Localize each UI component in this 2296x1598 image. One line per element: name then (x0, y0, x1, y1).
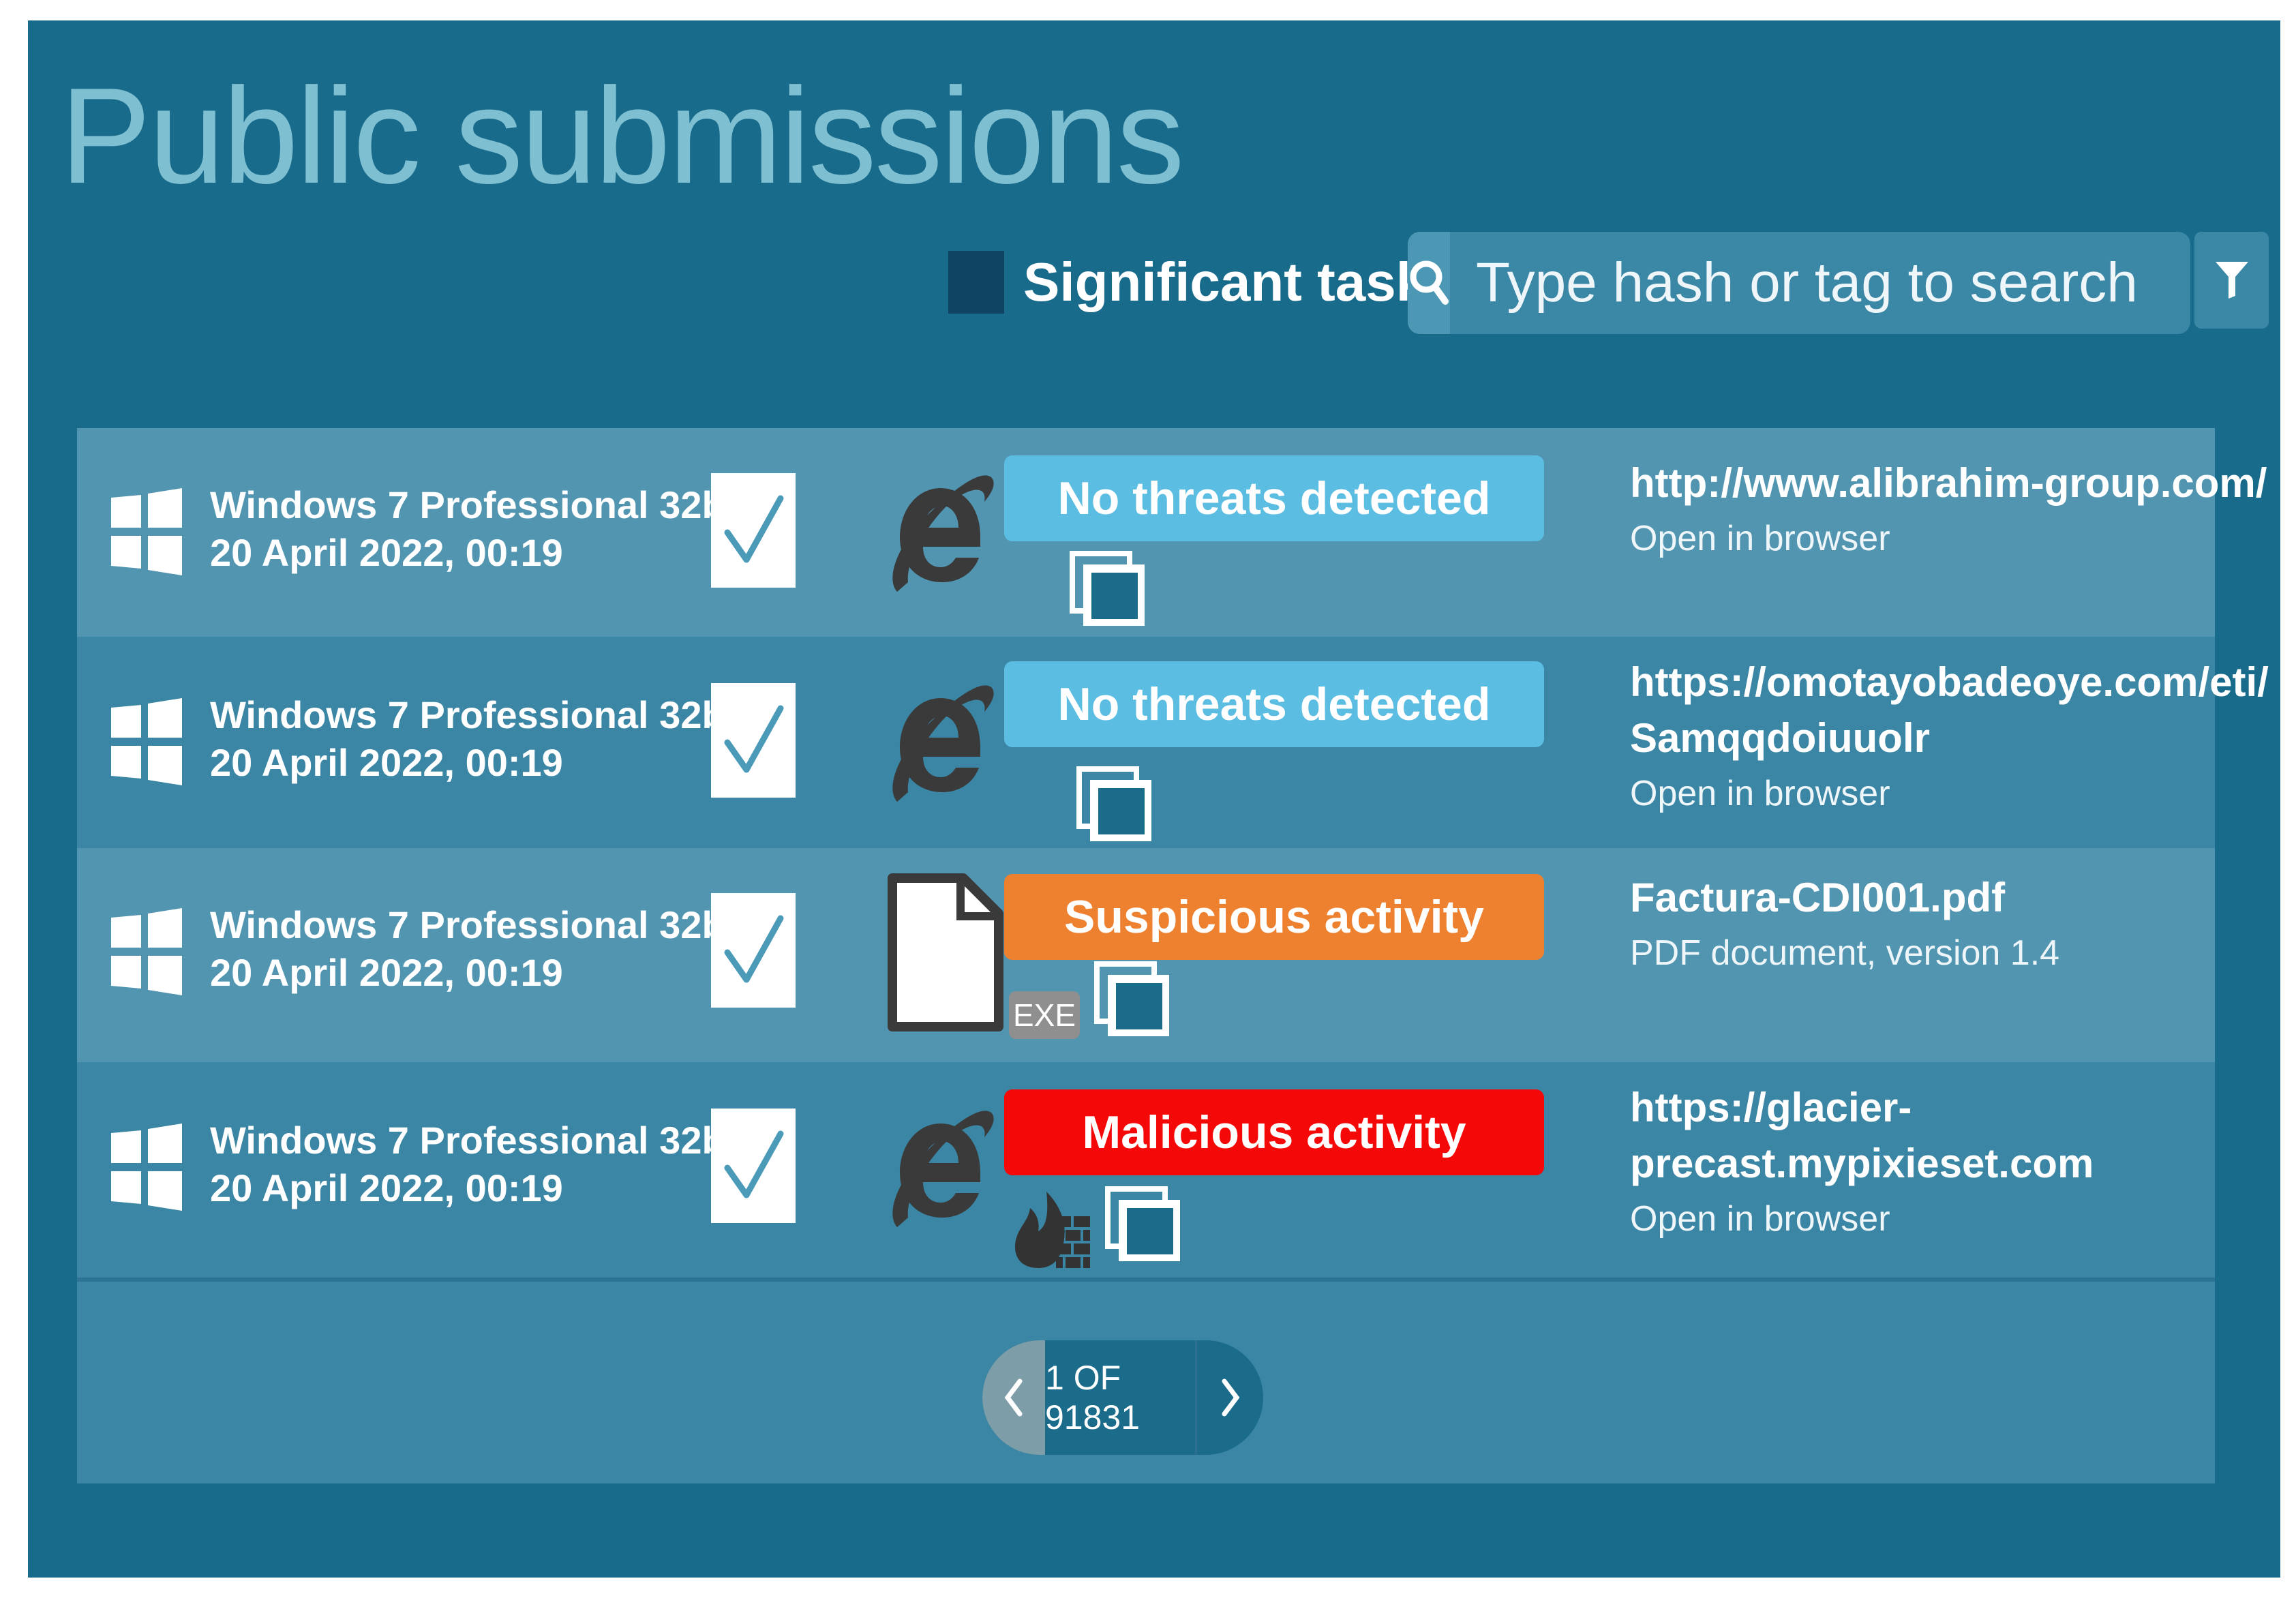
verdict-badge[interactable]: Malicious activity (1004, 1089, 1544, 1175)
submissions-table: Windows 7 Professional 32bit 20 April 20… (77, 428, 2269, 1483)
significant-tasks-toggle[interactable]: Significant tasks (948, 250, 1457, 315)
divider (77, 1278, 2215, 1282)
date-label: 20 April 2022, 00:19 (210, 531, 563, 574)
os-and-date: Windows 7 Professional 32bit 20 April 20… (210, 901, 749, 997)
internet-explorer-icon (892, 475, 994, 592)
search-input[interactable] (1450, 232, 2190, 334)
public-submissions-panel: Public submissions Significant tasks Win… (28, 20, 2280, 1578)
firewall-fire-icon (1014, 1192, 1090, 1268)
checkmark-icon (724, 705, 784, 773)
submission-name-cont[interactable]: precast.mypixieset.com (1630, 1136, 2216, 1192)
os-and-date: Windows 7 Professional 32bit 20 April 20… (210, 481, 749, 577)
significant-tasks-label: Significant tasks (1023, 252, 1457, 312)
os-label: Windows 7 Professional 32bit (210, 483, 749, 526)
date-label: 20 April 2022, 00:19 (210, 741, 563, 784)
submission-name[interactable]: https://glacier- (1630, 1080, 2216, 1136)
page-indicator: 1 OF 91831 (1045, 1340, 1197, 1455)
status-check (711, 683, 796, 798)
verdict-badge[interactable]: No threats detected (1004, 661, 1544, 747)
submission-link[interactable]: Factura-CDI001.pdf PDF document, version… (1630, 870, 2216, 980)
internet-explorer-icon (892, 685, 994, 802)
os-label: Windows 7 Professional 32bit (210, 693, 749, 736)
os-and-date: Windows 7 Professional 32bit 20 April 20… (210, 691, 749, 787)
submission-subtitle[interactable]: PDF document, version 1.4 (1630, 926, 2216, 980)
status-check (711, 1109, 796, 1223)
page-title: Public submissions (60, 60, 1185, 212)
filter-icon (2215, 262, 2248, 299)
checkmark-icon (724, 495, 784, 563)
internet-explorer-icon (892, 1111, 994, 1227)
chevron-left-icon (1004, 1378, 1023, 1417)
verdict-badge[interactable]: No threats detected (1004, 455, 1544, 541)
submission-subtitle[interactable]: Open in browser (1630, 511, 2216, 566)
document-icon (888, 873, 1003, 1031)
table-row[interactable]: Windows 7 Professional 32bit 20 April 20… (77, 1064, 2215, 1275)
search-icon[interactable] (1408, 232, 1450, 334)
os-label: Windows 7 Professional 32bit (210, 1119, 749, 1162)
date-label: 20 April 2022, 00:19 (210, 951, 563, 994)
pagination: 1 OF 91831 (982, 1340, 1263, 1455)
checkmark-icon (724, 915, 784, 983)
submission-name[interactable]: https://omotayobadeoye.com/eti/ (1630, 654, 2269, 710)
windows-icon (111, 1124, 182, 1211)
copy-icon[interactable] (1076, 766, 1155, 845)
chevron-right-icon (1222, 1378, 1239, 1417)
status-check (711, 473, 796, 588)
search-bar (1408, 232, 2190, 334)
windows-icon (111, 698, 182, 785)
checkmark-icon (724, 1130, 784, 1198)
submission-link[interactable]: https://omotayobadeoye.com/eti/ Samqqdoi… (1630, 654, 2269, 821)
submission-name[interactable]: Factura-CDI001.pdf (1630, 870, 2216, 926)
copy-icon[interactable] (1070, 551, 1148, 629)
copy-icon[interactable] (1094, 961, 1173, 1040)
status-check (711, 893, 796, 1008)
table-row[interactable]: Windows 7 Professional 32bit 20 April 20… (77, 638, 2269, 847)
submission-link[interactable]: http://www.alibrahim-group.com/ Open in … (1630, 455, 2267, 566)
date-label: 20 April 2022, 00:19 (210, 1166, 563, 1209)
submission-subtitle[interactable]: Open in browser (1630, 766, 2216, 821)
os-label: Windows 7 Professional 32bit (210, 903, 749, 946)
verdict-badge[interactable]: Suspicious activity (1004, 874, 1544, 960)
exe-tag[interactable]: EXE (1009, 991, 1080, 1039)
submission-link[interactable]: https://glacier- precast.mypixieset.com … (1630, 1080, 2216, 1246)
windows-icon (111, 488, 182, 575)
table-row[interactable]: Windows 7 Professional 32bit 20 April 20… (77, 428, 2267, 637)
table-row[interactable]: Windows 7 Professional 32bit 20 April 20… (77, 848, 2215, 1062)
submission-name[interactable]: http://www.alibrahim-group.com/ (1630, 455, 2267, 511)
submission-subtitle[interactable]: Open in browser (1630, 1192, 2216, 1246)
windows-icon (111, 908, 182, 995)
submission-name-cont[interactable]: Samqqdoiuuolr (1630, 710, 2216, 766)
filter-button[interactable] (2194, 232, 2269, 329)
copy-icon[interactable] (1105, 1186, 1183, 1265)
os-and-date: Windows 7 Professional 32bit 20 April 20… (210, 1117, 749, 1212)
significant-tasks-checkbox[interactable] (948, 251, 1004, 314)
